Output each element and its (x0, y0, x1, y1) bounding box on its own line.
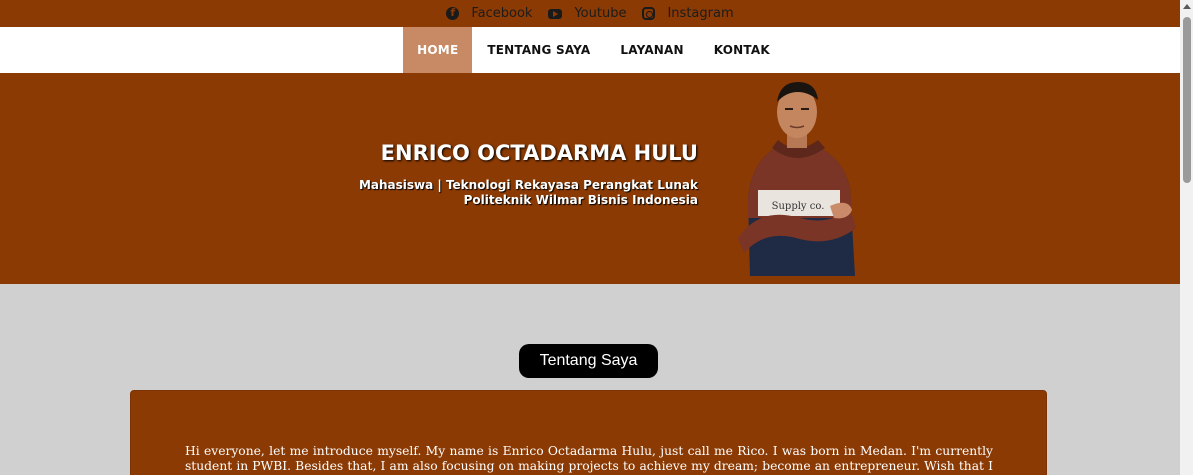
hero-subtitle: Mahasiswa | Teknologi Rekayasa Perangkat… (359, 178, 698, 208)
hero-banner: ENRICO OCTADARMA HULU Mahasiswa | Teknol… (0, 73, 1180, 284)
nav-layanan[interactable]: LAYANAN (605, 27, 698, 73)
youtube-link[interactable]: Youtube (548, 6, 626, 21)
main-nav: HOME TENTANG SAYA LAYANAN KONTAK (0, 27, 1180, 73)
scroll-thumb[interactable] (1183, 17, 1191, 183)
instagram-icon (642, 7, 656, 20)
page-scrollbar[interactable] (1180, 0, 1193, 475)
scroll-up-arrow-icon[interactable] (1183, 4, 1191, 9)
profile-photo: Supply co. (738, 82, 856, 276)
about-card: Hi everyone, let me introduce myself. My… (130, 390, 1047, 475)
facebook-label: Facebook (471, 6, 533, 21)
facebook-icon (446, 6, 460, 20)
youtube-label: Youtube (574, 6, 627, 21)
instagram-label: Instagram (667, 6, 734, 21)
instagram-link[interactable]: Instagram (642, 6, 734, 21)
hero-name: ENRICO OCTADARMA HULU (380, 141, 698, 165)
nav-kontak[interactable]: KONTAK (699, 27, 785, 73)
hero-subtitle-line2: Politeknik Wilmar Bisnis Indonesia (463, 193, 698, 207)
hero-subtitle-line1: Mahasiswa | Teknologi Rekayasa Perangkat… (358, 178, 698, 192)
nav-home[interactable]: HOME (403, 27, 473, 73)
shirt-print: Supply co. (772, 201, 825, 212)
youtube-icon (548, 8, 563, 19)
about-heading: Tentang Saya (519, 344, 658, 378)
social-bar: Facebook Youtube Instagram (0, 0, 1180, 27)
nav-tentang-saya[interactable]: TENTANG SAYA (472, 27, 605, 73)
facebook-link[interactable]: Facebook (446, 6, 532, 21)
about-text: Hi everyone, let me introduce myself. My… (185, 444, 993, 475)
